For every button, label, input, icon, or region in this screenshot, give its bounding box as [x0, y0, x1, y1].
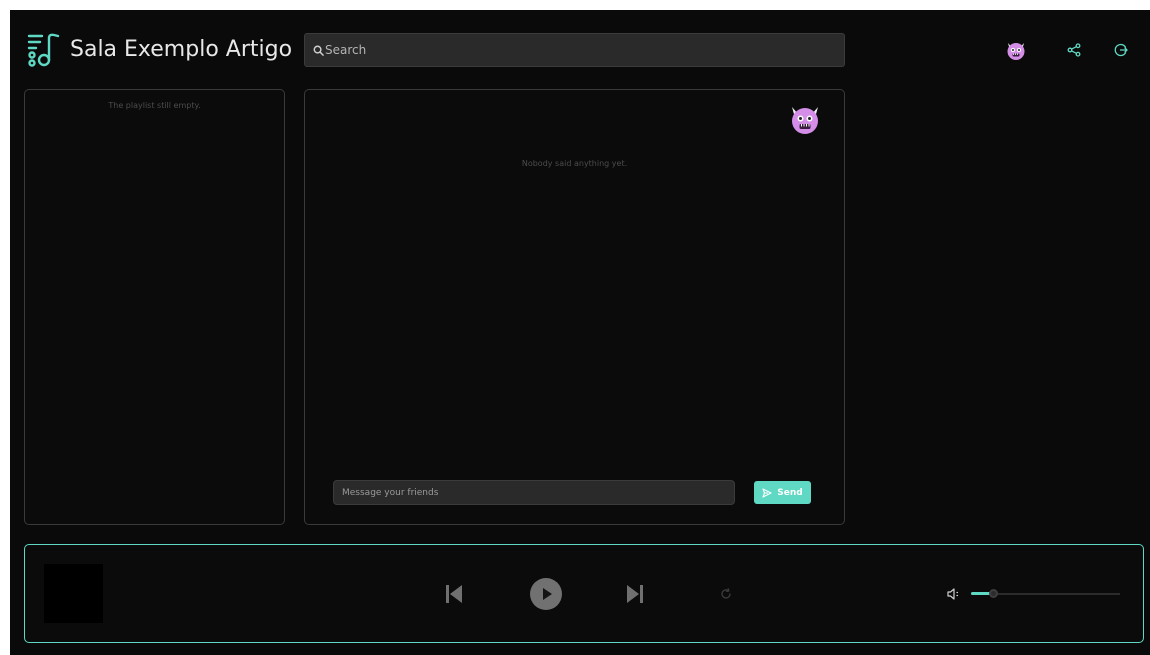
album-art	[44, 564, 103, 623]
user-avatar-icon[interactable]	[1005, 39, 1027, 61]
search-bar[interactable]	[304, 33, 845, 67]
play-icon[interactable]	[529, 577, 563, 611]
search-icon	[313, 45, 324, 56]
volume-slider-handle[interactable]	[989, 589, 998, 598]
chat-panel: Nobody said anything yet. Send	[304, 89, 845, 525]
send-icon	[762, 487, 772, 498]
chat-empty-message: Nobody said anything yet.	[521, 159, 628, 168]
logout-icon[interactable]	[1110, 39, 1132, 61]
previous-icon[interactable]	[442, 582, 466, 606]
search-input[interactable]	[325, 34, 835, 66]
send-button[interactable]: Send	[754, 481, 811, 504]
share-icon[interactable]	[1063, 39, 1085, 61]
repeat-icon[interactable]	[718, 586, 734, 602]
app-window: Sala Exemplo Artigo Search The playlist …	[10, 10, 1150, 655]
player-bar	[24, 544, 1144, 643]
playlist-empty-message: The playlist still empty.	[108, 101, 201, 110]
volume-icon[interactable]	[946, 586, 962, 602]
room-title: Sala Exemplo Artigo	[70, 37, 293, 62]
send-button-label: Send	[777, 487, 803, 498]
music-note-list-icon	[26, 32, 60, 68]
message-input[interactable]	[333, 480, 735, 505]
chat-user-avatar-icon	[788, 102, 822, 136]
playlist-panel: The playlist still empty.	[24, 89, 285, 525]
next-icon[interactable]	[623, 582, 647, 606]
